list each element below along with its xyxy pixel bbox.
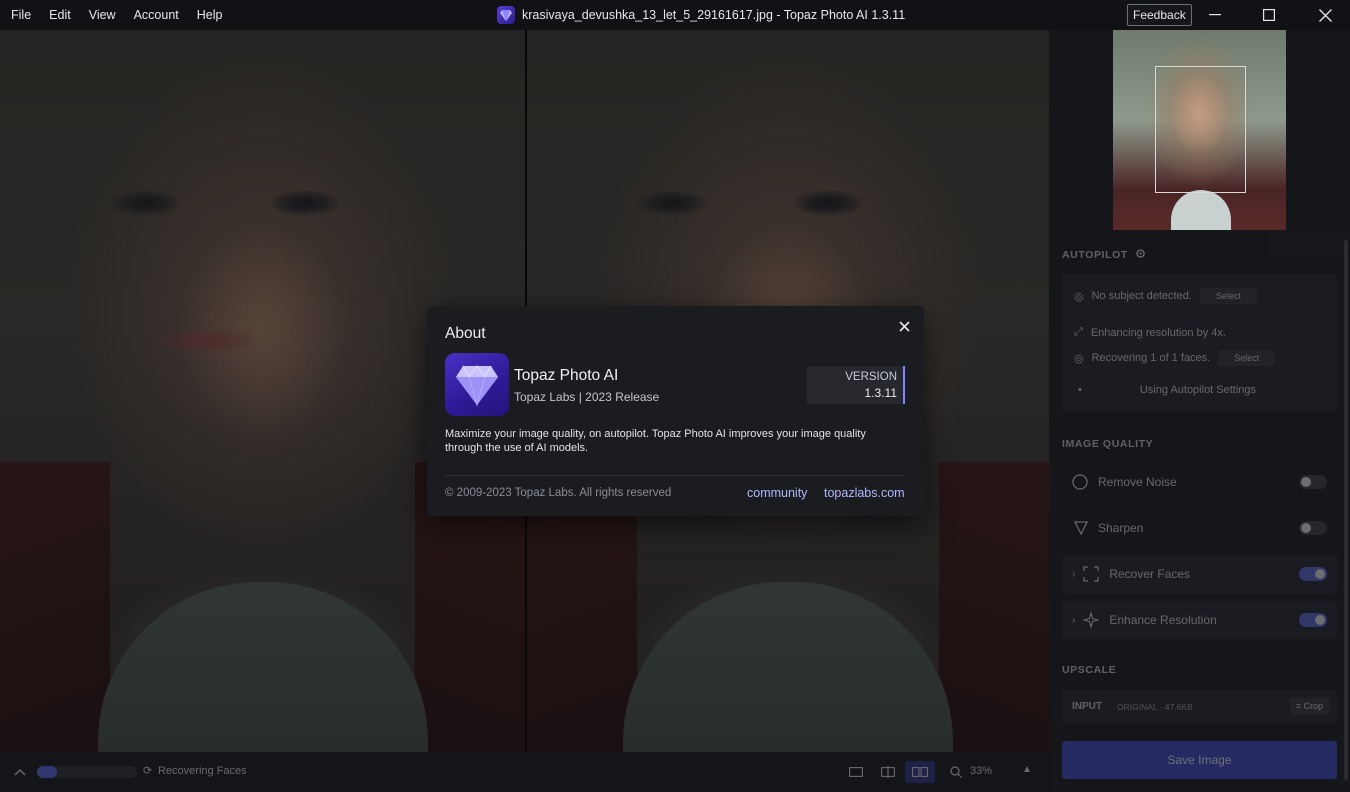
noise-icon bbox=[1072, 474, 1088, 490]
bottom-toolbar: ⟳ Recovering Faces 33% ▲ bbox=[0, 752, 1049, 792]
subject-row: ◎ No subject detected. Select bbox=[1074, 288, 1257, 304]
input-detail: ORIGINAL · 47.6KB bbox=[1117, 702, 1193, 712]
menu-bar: File Edit View Account Help bbox=[0, 0, 231, 30]
subject-text: No subject detected. bbox=[1091, 290, 1192, 302]
progress-bar bbox=[37, 766, 137, 778]
app-name: Topaz Photo AI bbox=[514, 367, 619, 384]
zoom-level[interactable]: 33% bbox=[970, 765, 992, 777]
split-view-button[interactable] bbox=[873, 761, 903, 783]
window-title-text: krasivaya_devushka_13_let_5_29161617.jpg… bbox=[522, 8, 906, 22]
close-icon bbox=[1318, 8, 1332, 22]
crop-button[interactable]: ⌗ Crop bbox=[1289, 698, 1329, 715]
window-title: krasivaya_devushka_13_let_5_29161617.jpg… bbox=[497, 0, 905, 30]
faces-text: Recovering 1 of 1 faces. bbox=[1091, 352, 1211, 364]
app-subtitle: Topaz Labs | 2023 Release bbox=[514, 390, 660, 404]
select-subject-button[interactable]: Select bbox=[1199, 288, 1257, 304]
autopilot-title: AUTOPILOT bbox=[1062, 248, 1146, 261]
refresh-icon: ⟳ bbox=[143, 765, 153, 777]
enhance-row: ⤢ Enhancing resolution by 4x. bbox=[1074, 326, 1226, 339]
close-icon bbox=[898, 320, 910, 332]
enhance-resolution-toggle[interactable] bbox=[1299, 613, 1327, 627]
enhance-text: Enhancing resolution by 4x. bbox=[1090, 326, 1226, 339]
faces-row: ◎ Recovering 1 of 1 faces. Select bbox=[1074, 350, 1276, 366]
close-dialog-button[interactable] bbox=[896, 318, 912, 334]
sharpen-toggle[interactable] bbox=[1299, 521, 1327, 535]
menu-view[interactable]: View bbox=[80, 0, 125, 30]
chevron-right-icon: › bbox=[1072, 614, 1076, 626]
menu-help[interactable]: Help bbox=[188, 0, 232, 30]
version-number: 1.3.11 bbox=[864, 386, 897, 400]
enhance-resolution-row[interactable]: › Enhance Resolution bbox=[1062, 601, 1337, 639]
sharpen-label: Sharpen bbox=[1098, 521, 1144, 535]
enhance-resolution-label: Enhance Resolution bbox=[1109, 613, 1217, 627]
version-box: VERSION 1.3.11 bbox=[807, 366, 905, 404]
maximize-button[interactable] bbox=[1246, 0, 1292, 30]
zoom-arrow-icon[interactable]: ▲ bbox=[1022, 764, 1032, 775]
image-quality-title: IMAGE QUALITY bbox=[1062, 438, 1154, 450]
side-panel: AUTOPILOT ◎ No subject detected. Select … bbox=[1049, 30, 1350, 792]
face-icon: ◎ bbox=[1074, 352, 1084, 365]
single-view-icon bbox=[849, 767, 863, 777]
upscale-title: UPSCALE bbox=[1062, 664, 1117, 676]
recover-faces-toggle[interactable] bbox=[1299, 567, 1327, 581]
minimize-icon bbox=[1209, 14, 1221, 16]
title-bar: File Edit View Account Help krasivaya_de… bbox=[0, 0, 1350, 30]
progress-fill bbox=[37, 766, 57, 778]
expand-arrows-icon: ⤢ bbox=[1074, 326, 1083, 338]
split-view-icon bbox=[881, 766, 895, 778]
subject-icon: ◎ bbox=[1074, 290, 1084, 303]
about-title: About bbox=[445, 325, 486, 342]
gear-icon[interactable] bbox=[1135, 248, 1146, 259]
recover-faces-row[interactable]: › Recover Faces bbox=[1062, 555, 1337, 593]
website-link[interactable]: topazlabs.com bbox=[824, 486, 905, 500]
side-by-side-icon bbox=[912, 767, 928, 777]
navigator-viewport[interactable] bbox=[1155, 66, 1246, 193]
version-label: VERSION bbox=[845, 371, 897, 383]
autopilot-settings-row[interactable]: • Using Autopilot Settings bbox=[1078, 384, 1256, 396]
about-description: Maximize your image quality, on autopilo… bbox=[445, 428, 866, 454]
remove-noise-toggle[interactable] bbox=[1299, 475, 1327, 489]
menu-file[interactable]: File bbox=[2, 0, 40, 30]
dialog-divider bbox=[445, 475, 906, 476]
topaz-app-icon bbox=[497, 6, 515, 24]
zoom-icon[interactable] bbox=[950, 766, 962, 778]
remove-noise-label: Remove Noise bbox=[1098, 475, 1177, 489]
remove-noise-row[interactable]: Remove Noise bbox=[1062, 463, 1337, 501]
maximize-icon bbox=[1263, 9, 1275, 21]
panel-controls: AUTOPILOT ◎ No subject detected. Select … bbox=[1049, 230, 1350, 792]
sharpen-row[interactable]: Sharpen bbox=[1062, 509, 1337, 547]
single-view-button[interactable] bbox=[841, 761, 871, 783]
upscale-input-card: INPUT ORIGINAL · 47.6KB ⌗ Crop bbox=[1062, 690, 1337, 724]
autopilot-card: ◎ No subject detected. Select ⤢ Enhancin… bbox=[1062, 274, 1337, 412]
crop-label: Crop bbox=[1303, 701, 1323, 711]
autopilot-settings-text: Using Autopilot Settings bbox=[1139, 384, 1257, 396]
minimize-button[interactable] bbox=[1192, 0, 1238, 30]
menu-edit[interactable]: Edit bbox=[40, 0, 80, 30]
status-text: Recovering Faces bbox=[158, 765, 247, 777]
panel-scrollbar[interactable] bbox=[1344, 240, 1348, 780]
sharpen-icon bbox=[1074, 521, 1088, 535]
navigator-thumbnail[interactable] bbox=[1113, 30, 1286, 230]
close-window-button[interactable] bbox=[1302, 0, 1348, 30]
dot-icon: • bbox=[1078, 384, 1082, 396]
sparkle-icon bbox=[1083, 612, 1100, 628]
chevron-right-icon: › bbox=[1072, 568, 1076, 580]
input-label: INPUT bbox=[1072, 701, 1102, 712]
side-by-side-view-button[interactable] bbox=[905, 761, 935, 783]
select-faces-button[interactable]: Select bbox=[1218, 350, 1276, 366]
save-image-button[interactable]: Save Image bbox=[1062, 741, 1337, 779]
topaz-logo-icon bbox=[445, 353, 509, 416]
recover-faces-label: Recover Faces bbox=[1109, 567, 1191, 581]
face-frame-icon bbox=[1083, 566, 1099, 582]
copyright-text: © 2009-2023 Topaz Labs. All rights reser… bbox=[445, 487, 672, 499]
community-link[interactable]: community bbox=[747, 486, 807, 500]
menu-account[interactable]: Account bbox=[125, 0, 188, 30]
feedback-button[interactable]: Feedback bbox=[1127, 4, 1192, 26]
chevron-up-icon[interactable] bbox=[14, 768, 26, 776]
about-dialog: About Topaz Photo AI Topaz Labs | 2023 R… bbox=[427, 306, 924, 516]
